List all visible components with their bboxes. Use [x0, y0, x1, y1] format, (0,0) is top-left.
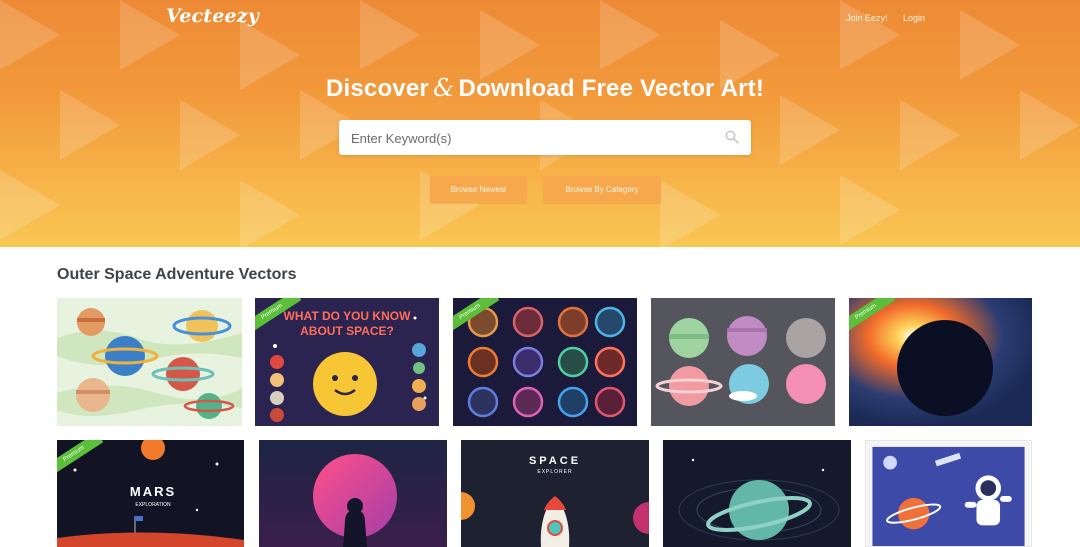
thumbnail-astronaut-with-planet[interactable] — [865, 440, 1032, 547]
astronaut-silhouette-illustration — [259, 440, 447, 547]
thumbnail-ringed-planet[interactable] — [663, 440, 851, 547]
thumb-space-title: SPACE — [529, 455, 581, 467]
headline-ampersand: & — [432, 74, 455, 102]
browse-by-category-button[interactable]: Browse By Category — [543, 176, 661, 203]
thumb-mars-subtitle: EXPLORATION — [135, 502, 171, 508]
thumbnail-pastel-planets[interactable] — [651, 298, 835, 426]
space-explorer-illustration: SPACE EXPLORER — [461, 440, 649, 547]
thumb-mars-title: MARS — [130, 484, 176, 499]
pastel-planets-illustration — [651, 298, 835, 426]
hero-banner: Vecteezy Join Eezy! Login Discover & Downl… — [0, 0, 1080, 247]
mars-exploration-illustration: MARS EXPLORATION — [57, 440, 244, 547]
headline-part-1: Discover — [325, 75, 429, 102]
thumb-title-line-2: ABOUT SPACE? — [300, 324, 394, 338]
browse-newest-button[interactable]: Browse Newest — [430, 176, 527, 203]
astronaut-planet-illustration — [866, 441, 1031, 546]
hero-headline: Discover & Download Free Vector Art! — [0, 74, 1080, 103]
space-quiz-illustration: WHAT DO YOU KNOW ABOUT SPACE? — [255, 298, 439, 426]
colorful-planets-illustration — [57, 298, 242, 426]
section-title: Outer Space Adventure Vectors — [57, 266, 297, 283]
thumb-space-subtitle: EXPLORER — [537, 469, 572, 475]
search-icon[interactable] — [725, 130, 739, 144]
thumbnail-glowing-planets-grid[interactable]: Premium — [453, 298, 637, 426]
thumbnail-colorful-planets[interactable] — [57, 298, 242, 426]
thumbnail-mars-exploration[interactable]: MARS EXPLORATION Premium — [57, 440, 244, 547]
ringed-planet-illustration — [663, 440, 851, 547]
vecteezy-logo[interactable]: Vecteezy — [166, 5, 259, 27]
login-link[interactable]: Login — [903, 13, 925, 23]
search-box — [339, 120, 751, 155]
thumb-title-line-1: WHAT DO YOU KNOW — [284, 309, 412, 323]
thumbnail-eclipse[interactable]: Premium — [849, 298, 1032, 426]
thumbnail-what-do-you-know-about-space[interactable]: WHAT DO YOU KNOW ABOUT SPACE? Premium — [255, 298, 439, 426]
glowing-planets-illustration — [453, 298, 637, 426]
thumbnail-astronaut-silhouette[interactable] — [259, 440, 447, 547]
join-link[interactable]: Join Eezy! — [846, 13, 888, 23]
headline-part-2: Download Free Vector Art! — [458, 75, 765, 102]
eclipse-illustration — [849, 298, 1032, 426]
search-input[interactable] — [351, 129, 711, 147]
thumbnail-space-explorer[interactable]: SPACE EXPLORER — [461, 440, 649, 547]
